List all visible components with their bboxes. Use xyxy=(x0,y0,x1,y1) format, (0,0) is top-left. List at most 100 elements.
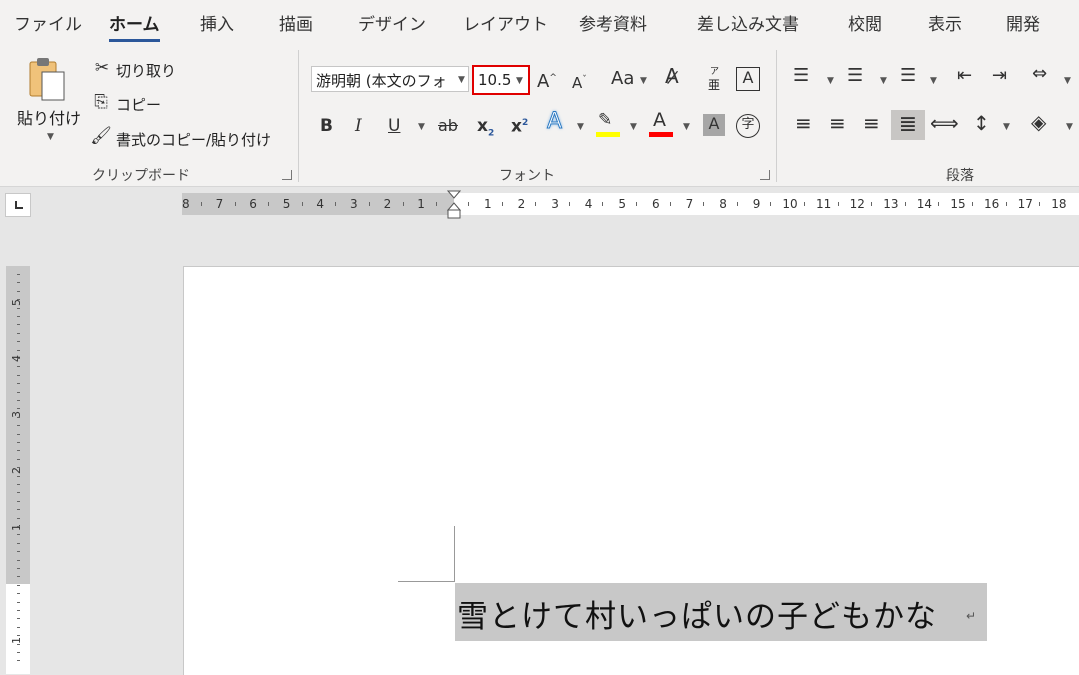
tab-insert[interactable]: 挿入 xyxy=(200,10,234,35)
group-separator xyxy=(298,50,299,182)
horizontal-ruler[interactable]: 87654321 1 2 3 4 5 6 7 8 9 10 11 12 13 14 15 16 17 18 xyxy=(182,190,1079,219)
text-selection[interactable]: 雪とけて村いっぱいの子どもかな ↵ xyxy=(455,583,987,641)
text-direction-icon[interactable]: ⇔ xyxy=(1032,64,1047,84)
vertical-ruler[interactable]: 543211 xyxy=(6,266,30,674)
align-right-icon[interactable]: ≡ xyxy=(863,113,880,133)
text-effects-dropdown-arrow[interactable]: ▼ xyxy=(577,122,584,132)
shading-icon[interactable]: ◈ xyxy=(1031,112,1046,132)
decrease-indent-icon[interactable]: ⇤ xyxy=(957,66,972,86)
highlight-dropdown-arrow[interactable]: ▼ xyxy=(630,122,637,132)
ruler-number: 15 xyxy=(950,197,966,211)
tab-draw[interactable]: 描画 xyxy=(279,10,313,35)
format-painter-icon: 🖌 xyxy=(90,126,112,146)
align-left-icon[interactable]: ≡ xyxy=(795,113,812,133)
tab-file[interactable]: ファイル xyxy=(14,10,82,35)
multilevel-dropdown-arrow[interactable]: ▼ xyxy=(930,76,937,86)
font-size-combobox[interactable]: 10.5 ▼ xyxy=(472,65,530,95)
increase-indent-icon[interactable]: ⇥ xyxy=(992,66,1007,86)
italic-button[interactable]: I xyxy=(355,116,362,136)
phonetic-guide-button[interactable]: ア 亜 xyxy=(705,64,725,94)
ruler-number: 10 xyxy=(782,197,798,211)
paste-button[interactable]: 貼り付け ▼ xyxy=(14,52,82,148)
ruler-tick xyxy=(17,618,20,620)
shrink-font-button[interactable]: Aˇ xyxy=(572,70,587,93)
line-spacing-dropdown-arrow[interactable]: ▼ xyxy=(1003,122,1010,132)
cut-button[interactable]: 切り取り xyxy=(116,60,176,81)
ruler-tick xyxy=(17,400,20,401)
ribbon-tab-bar: ファイル ホーム 挿入 描画 デザイン レイアウト 参考資料 差し込み文書 校閲… xyxy=(0,0,1079,44)
ruler-tick xyxy=(17,526,20,527)
ruler-tick xyxy=(770,202,772,206)
multilevel-list-icon[interactable]: ☰ xyxy=(900,66,916,86)
grow-font-button[interactable]: A^ xyxy=(537,68,557,92)
ruler-number: 13 xyxy=(883,197,899,211)
paste-label: 貼り付け xyxy=(17,109,82,128)
change-case-button[interactable]: Aa xyxy=(611,69,634,89)
bullets-dropdown-arrow[interactable]: ▼ xyxy=(827,76,834,86)
document-page[interactable]: 雪とけて村いっぱいの子どもかな ↵ xyxy=(183,266,1079,675)
font-name-combobox[interactable]: 游明朝 (本文のフォ ▼ xyxy=(311,66,469,92)
margin-corner-mark xyxy=(398,581,455,582)
font-color-dropdown-arrow[interactable]: ▼ xyxy=(683,122,690,132)
font-color-button[interactable]: A xyxy=(649,110,675,138)
shading-dropdown-arrow[interactable]: ▼ xyxy=(1066,122,1073,132)
bold-button[interactable]: B xyxy=(320,116,333,136)
document-text[interactable]: 雪とけて村いっぱいの子どもかな xyxy=(457,591,937,636)
highlight-color-button[interactable]: ✎ xyxy=(596,110,622,138)
highlighter-icon: ✎ xyxy=(598,110,613,130)
clear-formatting-icon[interactable]: A̷ xyxy=(665,66,679,86)
font-group-label: フォント xyxy=(499,168,555,184)
tab-home[interactable]: ホーム xyxy=(109,10,160,42)
left-tab-icon xyxy=(15,201,23,209)
ruler-number: 4 xyxy=(316,197,325,211)
line-spacing-icon[interactable]: ↕ xyxy=(973,113,990,133)
ruler-tick xyxy=(17,316,20,317)
ruler-tick xyxy=(871,202,873,206)
text-direction-dropdown-arrow[interactable]: ▼ xyxy=(1064,76,1071,86)
underline-button[interactable]: U xyxy=(388,116,400,136)
clipboard-group-label: クリップボード xyxy=(92,168,190,184)
tab-layout[interactable]: レイアウト xyxy=(463,10,548,35)
ruler-tick xyxy=(17,290,20,292)
distributed-icon[interactable]: ⟺ xyxy=(930,113,959,133)
tab-developer[interactable]: 開発 xyxy=(1006,10,1040,35)
tab-mailings[interactable]: 差し込み文書 xyxy=(697,10,799,35)
tab-view[interactable]: 表示 xyxy=(928,10,962,35)
text-effects-button[interactable]: A xyxy=(546,110,562,133)
tab-references[interactable]: 参考資料 xyxy=(579,10,647,35)
enclose-characters-button[interactable]: 字 xyxy=(736,114,760,138)
ruler-tick xyxy=(17,551,20,553)
justify-icon[interactable]: ≣ xyxy=(891,110,925,140)
tab-stop-selector[interactable] xyxy=(5,193,31,217)
ruler-number: 6 xyxy=(249,197,257,211)
underline-dropdown-arrow[interactable]: ▼ xyxy=(418,122,425,132)
ruler-tick xyxy=(17,652,20,653)
ruler-number: 3 xyxy=(350,197,358,211)
font-launcher-icon[interactable] xyxy=(760,170,770,180)
tab-design[interactable]: デザイン xyxy=(358,10,426,35)
ruler-number: 14 xyxy=(916,197,933,211)
strikethrough-button[interactable]: ab xyxy=(438,116,458,136)
copy-button[interactable]: コピー xyxy=(116,94,161,115)
superscript-button[interactable]: x2 xyxy=(511,113,528,137)
paste-dropdown-arrow[interactable]: ▼ xyxy=(47,132,54,142)
character-shading-button[interactable]: A xyxy=(703,114,725,136)
ruler-tick xyxy=(17,299,20,301)
font-size-dropdown-arrow[interactable]: ▼ xyxy=(516,76,523,86)
ruler-number: 5 xyxy=(618,197,627,211)
indent-markers-icon[interactable] xyxy=(447,190,461,220)
font-name-dropdown-arrow[interactable]: ▼ xyxy=(458,75,465,85)
tab-review[interactable]: 校閲 xyxy=(848,10,882,35)
ruler-number: 4 xyxy=(584,197,593,211)
ruler-tick xyxy=(17,500,20,502)
align-center-icon[interactable]: ≡ xyxy=(829,113,846,133)
numbering-icon[interactable]: ☰ xyxy=(847,66,863,86)
numbering-dropdown-arrow[interactable]: ▼ xyxy=(880,76,887,86)
subscript-button[interactable]: x2 xyxy=(477,116,494,143)
bullets-icon[interactable]: ☰ xyxy=(793,66,809,86)
clipboard-launcher-icon[interactable] xyxy=(282,170,292,180)
character-border-button[interactable]: A xyxy=(736,67,760,91)
format-painter-button[interactable]: 書式のコピー/貼り付け xyxy=(116,129,271,150)
phonetic-guide-bottom: 亜 xyxy=(708,78,721,92)
change-case-dropdown-arrow[interactable]: ▼ xyxy=(640,76,647,86)
